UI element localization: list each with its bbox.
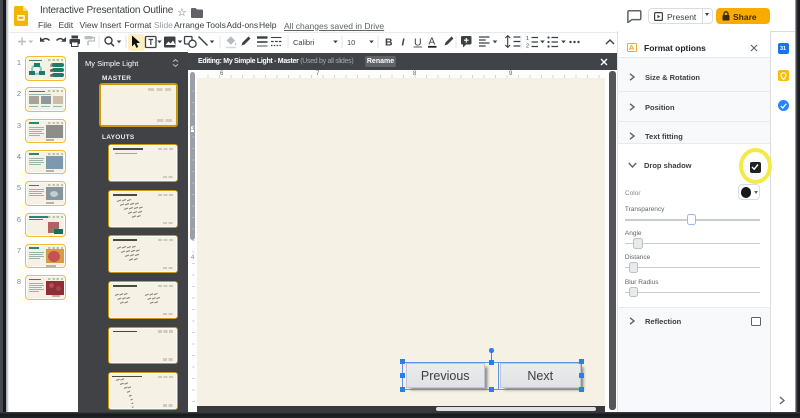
svg-text:B: B <box>385 37 393 49</box>
svg-text:I: I <box>402 37 406 49</box>
svg-text:2: 2 <box>526 44 529 50</box>
svg-text:A: A <box>429 37 436 48</box>
svg-text:1: 1 <box>526 36 529 42</box>
